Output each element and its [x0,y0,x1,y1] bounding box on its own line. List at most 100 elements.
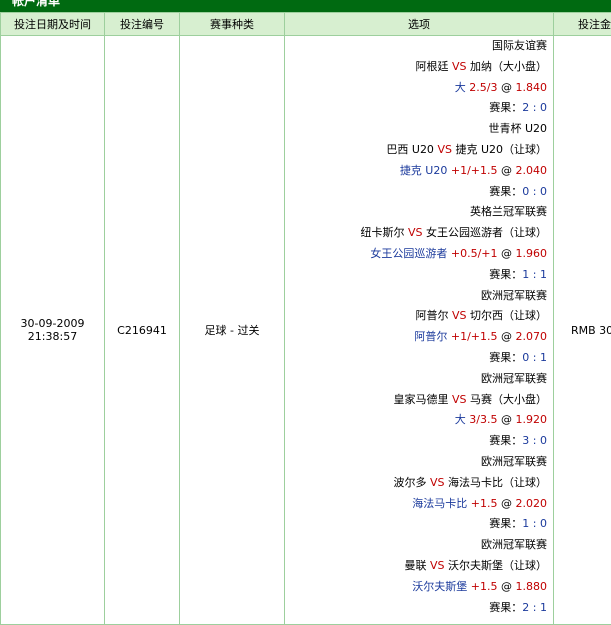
league-name: 英格兰冠军联赛 [285,202,553,223]
result-label: 赛果： [489,517,522,530]
home-team: 阿普尔 [415,309,448,322]
match-result: 1 : 1 [522,268,547,281]
result-label: 赛果： [489,601,522,614]
pick-line: 阿普尔 +1/+1.5 @ 2.070 [285,327,553,348]
away-team: 女王公园巡游者 [426,226,503,239]
pick-line-value: 3/3.5 [469,413,497,426]
pick-odds: 2.020 [516,497,548,510]
account-list-titlebar: 帐户清单 [0,0,611,12]
vs-label: VS [452,309,467,322]
result-line: 赛果：0 : 1 [285,348,553,369]
pick-line: 大 2.5/3 @ 1.840 [285,78,553,99]
match-line: 阿根廷 VS 加纳（大小盘） [285,57,553,78]
league-name: 世青杯 U20 [285,119,553,140]
table-row: 30-09-2009 21:38:57 C216941 足球 - 过关 国际友谊… [1,36,611,625]
pick-odds: 1.920 [516,413,548,426]
vs-label: VS [430,476,445,489]
away-team: 捷克 U20 [455,143,503,156]
home-team: 纽卡斯尔 [360,226,404,239]
result-line: 赛果：2 : 0 [285,98,553,119]
bets-table: 投注日期及时间 投注编号 赛事种类 选项 投注金 30-09-2009 21:3… [0,12,611,625]
vs-label: VS [452,60,467,73]
selection-item: 世青杯 U20巴西 U20 VS 捷克 U20（让球）捷克 U20 +1/+1.… [285,119,553,202]
pick-odds: 2.070 [516,330,548,343]
pick-odds: 1.960 [516,247,548,260]
at-sign: @ [501,247,512,260]
pick-line-value: +0.5/+1 [451,247,498,260]
pick-odds: 2.040 [516,164,548,177]
home-team: 波尔多 [393,476,426,489]
bet-time: 21:38:57 [1,330,104,343]
away-team: 沃尔夫斯堡 [448,559,503,572]
match-line: 波尔多 VS 海法马卡比（让球） [285,473,553,494]
market-type: （让球） [503,143,547,156]
away-team: 加纳 [470,60,492,73]
match-result: 2 : 1 [522,601,547,614]
match-line: 皇家马德里 VS 马赛（大小盘） [285,390,553,411]
league-name: 国际友谊赛 [285,36,553,57]
pick-name: 大 [455,81,466,94]
league-name: 欧洲冠军联赛 [285,369,553,390]
match-result: 2 : 0 [522,101,547,114]
selection-cell: 国际友谊赛阿根廷 VS 加纳（大小盘）大 2.5/3 @ 1.840赛果：2 :… [285,36,554,625]
match-line: 巴西 U20 VS 捷克 U20（让球） [285,140,553,161]
home-team: 曼联 [404,559,426,572]
away-team: 海法马卡比 [448,476,503,489]
pick-line: 沃尔夫斯堡 +1.5 @ 1.880 [285,577,553,598]
league-name: 欧洲冠军联赛 [285,286,553,307]
bet-id-cell: C216941 [105,36,180,625]
result-line: 赛果：1 : 1 [285,265,553,286]
selection-item: 英格兰冠军联赛纽卡斯尔 VS 女王公园巡游者（让球）女王公园巡游者 +0.5/+… [285,202,553,285]
pick-name: 捷克 U20 [400,164,448,177]
league-name: 欧洲冠军联赛 [285,535,553,556]
table-header-row: 投注日期及时间 投注编号 赛事种类 选项 投注金 [1,13,611,36]
bet-datetime-cell: 30-09-2009 21:38:57 [1,36,105,625]
result-line: 赛果：3 : 0 [285,431,553,452]
result-label: 赛果： [489,185,522,198]
selection-item: 欧洲冠军联赛波尔多 VS 海法马卡比（让球）海法马卡比 +1.5 @ 2.020… [285,452,553,535]
selection-item: 国际友谊赛阿根廷 VS 加纳（大小盘）大 2.5/3 @ 1.840赛果：2 :… [285,36,553,119]
vs-label: VS [430,559,445,572]
col-header-selection: 选项 [285,13,554,36]
home-team: 阿根廷 [415,60,448,73]
result-line: 赛果：2 : 1 [285,598,553,619]
match-result: 0 : 0 [522,185,547,198]
selection-item: 欧洲冠军联赛曼联 VS 沃尔夫斯堡（让球）沃尔夫斯堡 +1.5 @ 1.880赛… [285,535,553,618]
result-label: 赛果： [489,101,522,114]
home-team: 皇家马德里 [393,393,448,406]
window-title: 帐户清单 [12,0,60,8]
at-sign: @ [501,413,512,426]
market-type: （让球） [503,309,547,322]
col-header-bet-id: 投注编号 [105,13,180,36]
at-sign: @ [501,330,512,343]
pick-line: 大 3/3.5 @ 1.920 [285,410,553,431]
pick-line-value: 2.5/3 [469,81,497,94]
at-sign: @ [501,81,512,94]
event-type: 足球 - 过关 [205,324,260,337]
pick-line-value: +1/+1.5 [451,330,498,343]
pick-odds: 1.840 [516,81,548,94]
match-result: 3 : 0 [522,434,547,447]
vs-label: VS [452,393,467,406]
bet-amount: RMB 30 [571,324,611,337]
match-result: 1 : 0 [522,517,547,530]
match-line: 阿普尔 VS 切尔西（让球） [285,306,553,327]
pick-name: 女王公园巡游者 [370,247,447,260]
selection-item: 欧洲冠军联赛皇家马德里 VS 马赛（大小盘）大 3/3.5 @ 1.920赛果：… [285,369,553,452]
at-sign: @ [501,164,512,177]
event-type-cell: 足球 - 过关 [180,36,285,625]
market-type: （大小盘） [492,60,547,73]
col-header-date: 投注日期及时间 [1,13,105,36]
pick-line-value: +1.5 [471,497,498,510]
away-team: 马赛 [470,393,492,406]
pick-name: 海法马卡比 [412,497,467,510]
home-team: 巴西 U20 [386,143,434,156]
match-line: 曼联 VS 沃尔夫斯堡（让球） [285,556,553,577]
pick-line: 海法马卡比 +1.5 @ 2.020 [285,494,553,515]
result-label: 赛果： [489,351,522,364]
market-type: （让球） [503,476,547,489]
pick-line-value: +1/+1.5 [451,164,498,177]
vs-label: VS [408,226,423,239]
at-sign: @ [501,580,512,593]
amount-cell: RMB 30 [554,36,611,625]
